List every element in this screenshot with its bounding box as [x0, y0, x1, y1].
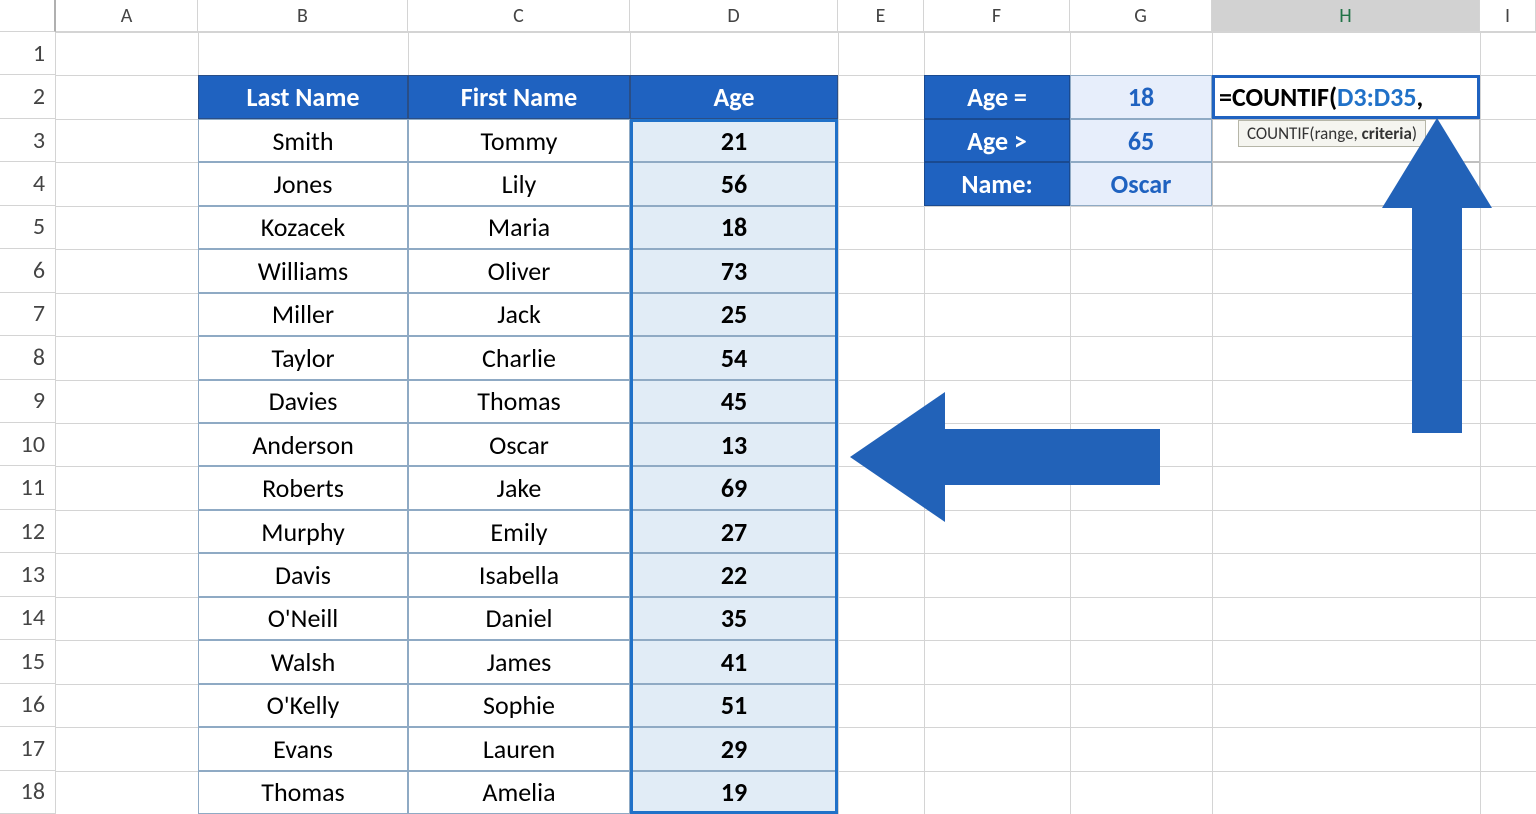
col-header-C[interactable]: C	[408, 0, 630, 32]
cell-C17[interactable]: Lauren	[408, 727, 630, 770]
row-header-5[interactable]: 5	[0, 206, 56, 249]
select-all-corner[interactable]	[0, 0, 56, 32]
cell-B14[interactable]: O'Neill	[198, 597, 408, 640]
cell-B10[interactable]: Anderson	[198, 423, 408, 466]
row-header-2[interactable]: 2	[0, 75, 56, 118]
cell-C12[interactable]: Emily	[408, 510, 630, 553]
formula-suffix: ,	[1417, 81, 1424, 113]
row-header-14[interactable]: 14	[0, 597, 56, 640]
cell-C7[interactable]: Jack	[408, 293, 630, 336]
cell-D12[interactable]: 27	[630, 510, 838, 553]
cell-B7[interactable]: Miller	[198, 293, 408, 336]
crit-value-name[interactable]: Oscar	[1070, 162, 1212, 205]
annotation-arrow-up	[1382, 118, 1492, 438]
cell-B4[interactable]: Jones	[198, 162, 408, 205]
cell-D6[interactable]: 73	[630, 249, 838, 292]
cell-D18[interactable]: 19	[630, 771, 838, 814]
row-header-4[interactable]: 4	[0, 162, 56, 205]
cell-C15[interactable]: James	[408, 640, 630, 683]
cell-C9[interactable]: Thomas	[408, 380, 630, 423]
row-header-16[interactable]: 16	[0, 684, 56, 727]
spreadsheet-grid[interactable]: A B C D E F G H I 1 2 3 4 5 6 7 8 9 10 1…	[0, 0, 1536, 814]
cell-D7[interactable]: 25	[630, 293, 838, 336]
cell-B16[interactable]: O'Kelly	[198, 684, 408, 727]
cell-C10[interactable]: Oscar	[408, 423, 630, 466]
crit-label-age-eq[interactable]: Age =	[924, 75, 1070, 118]
row-header-7[interactable]: 7	[0, 293, 56, 336]
col-header-F[interactable]: F	[924, 0, 1070, 32]
cell-D13[interactable]: 22	[630, 553, 838, 596]
cell-D11[interactable]: 69	[630, 466, 838, 509]
row-header-1[interactable]: 1	[0, 32, 56, 75]
col-header-H[interactable]: H	[1212, 0, 1480, 32]
formula-prefix: =COUNTIF(	[1219, 81, 1337, 113]
cell-C5[interactable]: Maria	[408, 206, 630, 249]
cell-H2-formula[interactable]: =COUNTIF(D3:D35,	[1212, 75, 1480, 118]
col-header-G[interactable]: G	[1070, 0, 1212, 32]
cell-B9[interactable]: Davies	[198, 380, 408, 423]
crit-label-age-gt[interactable]: Age >	[924, 119, 1070, 162]
row-header-18[interactable]: 18	[0, 771, 56, 814]
row-header-13[interactable]: 13	[0, 553, 56, 596]
cell-C14[interactable]: Daniel	[408, 597, 630, 640]
cell-B6[interactable]: Williams	[198, 249, 408, 292]
row-header-11[interactable]: 11	[0, 466, 56, 509]
cell-C11[interactable]: Jake	[408, 466, 630, 509]
col-header-B[interactable]: B	[198, 0, 408, 32]
annotation-arrow-left	[850, 392, 1170, 522]
cell-D15[interactable]: 41	[630, 640, 838, 683]
col-header-D[interactable]: D	[630, 0, 838, 32]
cell-C16[interactable]: Sophie	[408, 684, 630, 727]
cell-D8[interactable]: 54	[630, 336, 838, 379]
row-header-8[interactable]: 8	[0, 336, 56, 379]
row-header-15[interactable]: 15	[0, 640, 56, 683]
row-header-9[interactable]: 9	[0, 380, 56, 423]
tooltip-prefix: COUNTIF(range,	[1247, 123, 1362, 144]
col-header-A[interactable]: A	[56, 0, 198, 32]
header-last-name[interactable]: Last Name	[198, 75, 408, 118]
row-header-6[interactable]: 6	[0, 249, 56, 292]
cell-D5[interactable]: 18	[630, 206, 838, 249]
crit-value-age-gt[interactable]: 65	[1070, 119, 1212, 162]
cell-B5[interactable]: Kozacek	[198, 206, 408, 249]
cell-B13[interactable]: Davis	[198, 553, 408, 596]
cell-B15[interactable]: Walsh	[198, 640, 408, 683]
cell-D9[interactable]: 45	[630, 380, 838, 423]
cell-B12[interactable]: Murphy	[198, 510, 408, 553]
row-header-12[interactable]: 12	[0, 510, 56, 553]
cell-D4[interactable]: 56	[630, 162, 838, 205]
header-first-name[interactable]: First Name	[408, 75, 630, 118]
formula-range-ref: D3:D35	[1337, 81, 1417, 113]
col-header-I[interactable]: I	[1480, 0, 1536, 32]
row-header-3[interactable]: 3	[0, 119, 56, 162]
cell-D14[interactable]: 35	[630, 597, 838, 640]
cell-B8[interactable]: Taylor	[198, 336, 408, 379]
cell-B18[interactable]: Thomas	[198, 771, 408, 814]
row-header-10[interactable]: 10	[0, 423, 56, 466]
cell-B17[interactable]: Evans	[198, 727, 408, 770]
header-age[interactable]: Age	[630, 75, 838, 118]
crit-label-name[interactable]: Name:	[924, 162, 1070, 205]
cell-C18[interactable]: Amelia	[408, 771, 630, 814]
cell-C3[interactable]: Tommy	[408, 119, 630, 162]
cell-D3[interactable]: 21	[630, 119, 838, 162]
cell-C4[interactable]: Lily	[408, 162, 630, 205]
row-header-17[interactable]: 17	[0, 727, 56, 770]
col-header-E[interactable]: E	[838, 0, 924, 32]
cell-B3[interactable]: Smith	[198, 119, 408, 162]
cell-D17[interactable]: 29	[630, 727, 838, 770]
cell-B11[interactable]: Roberts	[198, 466, 408, 509]
crit-value-age-eq[interactable]: 18	[1070, 75, 1212, 118]
cell-C6[interactable]: Oliver	[408, 249, 630, 292]
cell-D16[interactable]: 51	[630, 684, 838, 727]
cell-D10[interactable]: 13	[630, 423, 838, 466]
cell-C8[interactable]: Charlie	[408, 336, 630, 379]
cell-C13[interactable]: Isabella	[408, 553, 630, 596]
